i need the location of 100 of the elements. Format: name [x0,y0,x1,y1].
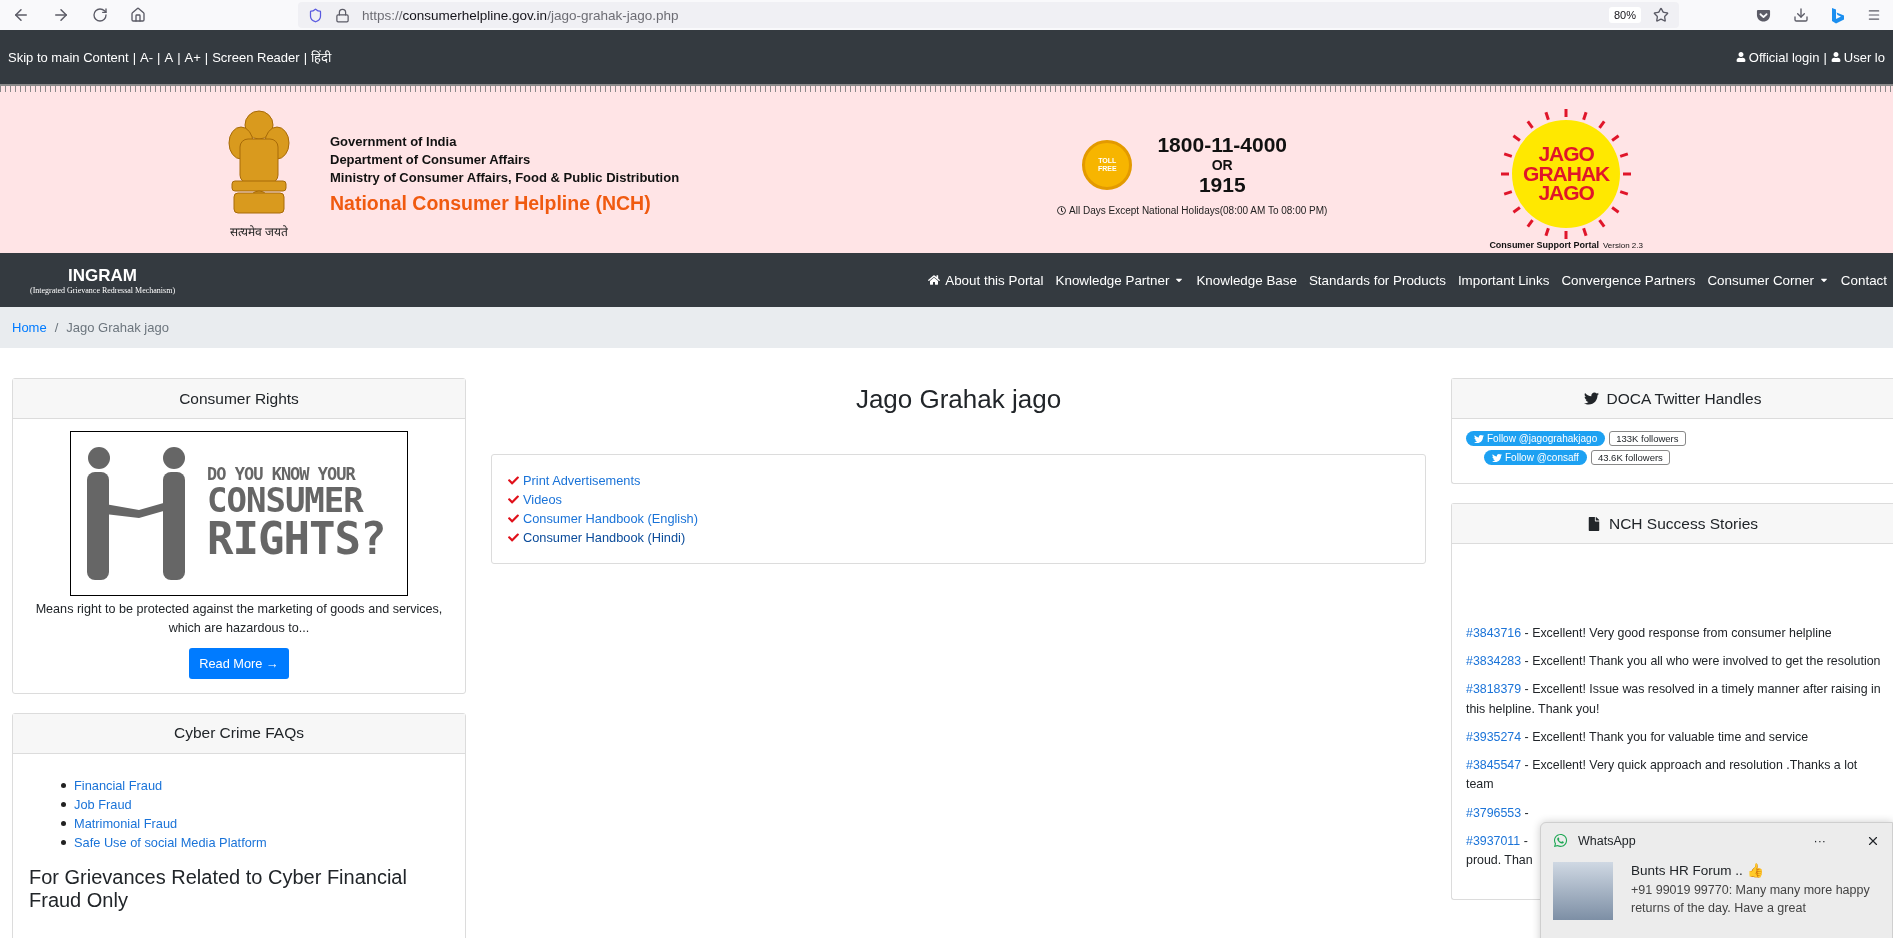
bullet-icon [61,820,66,826]
resource-link[interactable]: Consumer Handbook (Hindi) [523,530,686,545]
success-story: #3845547 - Excellent! Very quick approach and resolution .Thanks a lot team [1466,757,1859,794]
nav-link[interactable]: Standards for Products [1302,272,1452,288]
phone-number: 1915 [1198,173,1246,197]
login-link[interactable]: User lo [1830,49,1885,65]
top-bar-link[interactable]: Screen Reader [212,49,300,65]
whatsapp-icon [1553,833,1568,848]
twitter-icon [1583,391,1599,406]
version-label: Version 2.3 [1602,240,1643,250]
top-bar-link[interactable]: हिंदी [311,48,332,66]
portal-label: Consumer Support Portal [1489,239,1599,250]
nav-link[interactable]: Knowledge Partner [1049,272,1191,288]
separator: | [303,49,308,65]
success-story: #3843716 - Excellent! Very good response from consumer helpline [1466,625,1833,642]
description: Means right to be protected against the marketing of goods and services, which are hazardous to... [34,601,444,637]
nav-link[interactable]: Contact [1834,272,1893,288]
message-text: +91 99019 99770: Many many more happy returns of the day. Have a great [1631,882,1871,918]
resource-link[interactable]: Consumer Handbook (English) [523,511,698,526]
b-logo-icon[interactable] [1831,6,1845,24]
hours-text: All Days Except National Holidays(08:00 AM To 08:00 PM) [1069,205,1328,216]
site-title: National Consumer Helpline (NCH) [330,192,652,215]
success-story: #3935274 - Excellent! Thank you for valuable time and service [1466,728,1810,746]
faq-link[interactable]: Job Fraud [74,796,132,812]
separator: | [1823,49,1827,65]
brand-name[interactable]: INGRAM [68,265,137,286]
ministry-line: Department of Consumer Affairs [330,152,532,167]
nav-link[interactable]: About this Portal [922,272,1050,288]
breadcrumb-separator: / [54,320,59,335]
back-icon[interactable] [12,6,30,24]
faq-link[interactable]: Safe Use of social Media Platform [74,834,267,850]
resource-link[interactable]: Print Advertisements [523,473,641,488]
follower-count: 43.6K followers [1590,450,1670,465]
story-link[interactable]: #3937011 [1466,833,1521,848]
check-icon [508,532,519,543]
story-link[interactable]: #3834283 [1466,654,1522,669]
bullet-icon [61,839,66,845]
logo-text: GRAHAK [1523,163,1610,184]
twitter-icon [1474,433,1484,444]
read-more-button[interactable]: Read More → [189,647,289,679]
clock-icon [1057,206,1067,215]
user-icon [1830,52,1841,62]
address-field[interactable]: https://consumerhelpline.gov.in/jago-grahak-jago.php 80% [298,2,1679,28]
story-link[interactable]: #3935274 [1466,729,1522,744]
top-bar-link[interactable]: A [164,49,174,65]
download-icon[interactable] [1793,7,1809,23]
check-icon [508,513,519,524]
bullet-icon [61,782,66,788]
separator: | [132,49,137,65]
breadcrumb-current: Jago Grahak jago [66,320,169,335]
url-text: https://consumerhelpline.gov.in/jago-grahak-jago.php [362,7,680,23]
poster-text: RIGHTS? [207,517,386,561]
story-link[interactable]: #3796553 [1466,805,1522,820]
nav-link[interactable]: Consumer Corner [1701,272,1835,288]
follower-count: 133K followers [1609,431,1686,446]
forward-icon[interactable] [52,6,70,24]
separator: | [177,49,181,65]
app-name: WhatsApp [1578,833,1636,848]
more-options[interactable]: ··· [1813,833,1826,848]
page-title: Jago Grahak jago [854,383,1063,415]
poster-text: CONSUMER [207,483,365,517]
poster-text: DO YOU KNOW YOUR [207,466,357,483]
or-label: OR [1211,157,1233,173]
twitter-icon [1492,452,1502,463]
nav-link[interactable]: Knowledge Base [1190,272,1303,288]
brand-subtitle: (Integrated Grievance Redressal Mechanism) [30,285,176,295]
separator: | [204,49,209,65]
lock-icon [335,7,350,23]
faq-link[interactable]: Financial Fraud [74,777,163,793]
ministry-line: Government of India [330,134,458,149]
star-icon[interactable] [1653,7,1669,23]
top-bar-link[interactable]: Skip to main Content [8,49,129,65]
home-icon[interactable] [130,7,146,23]
check-icon [508,494,519,505]
faq-link[interactable]: Matrimonial Fraud [74,815,178,831]
zoom-level[interactable]: 80% [1608,7,1641,23]
pocket-icon[interactable] [1756,7,1771,23]
home-icon [928,274,941,286]
login-link[interactable]: Official login [1735,49,1820,65]
user-icon [1735,52,1746,62]
success-story: #3834283 - Excellent! Thank you all who were involved to get the resolution [1466,653,1882,671]
logo-text: JAGO [1538,183,1594,204]
card-title: DOCA Twitter Handles [1606,389,1762,408]
story-link[interactable]: #3843716 [1466,626,1522,640]
success-story: #3796553 - [1466,804,1530,822]
resource-link[interactable]: Videos [523,492,562,507]
emblem-motto: सत्यमेव जयते [229,224,289,240]
nav-link[interactable]: Important Links [1451,272,1556,288]
top-bar-link[interactable]: A- [140,49,154,65]
logo-text: JAGO [1538,143,1594,164]
reload-icon[interactable] [92,7,108,23]
top-bar-link[interactable]: A+ [184,49,201,65]
story-link[interactable]: #3845547 [1466,758,1522,773]
card-title: Cyber Crime FAQs [13,713,465,754]
nav-link[interactable]: Convergence Partners [1555,272,1702,288]
story-link[interactable]: #3818379 [1466,682,1522,697]
menu-icon[interactable] [1867,8,1881,22]
phone-number: 1800-11-4000 [1157,133,1288,157]
card-title: Consumer Rights [13,379,465,419]
ministry-line: Ministry of Consumer Affairs, Food & Public Distribution [330,170,680,185]
